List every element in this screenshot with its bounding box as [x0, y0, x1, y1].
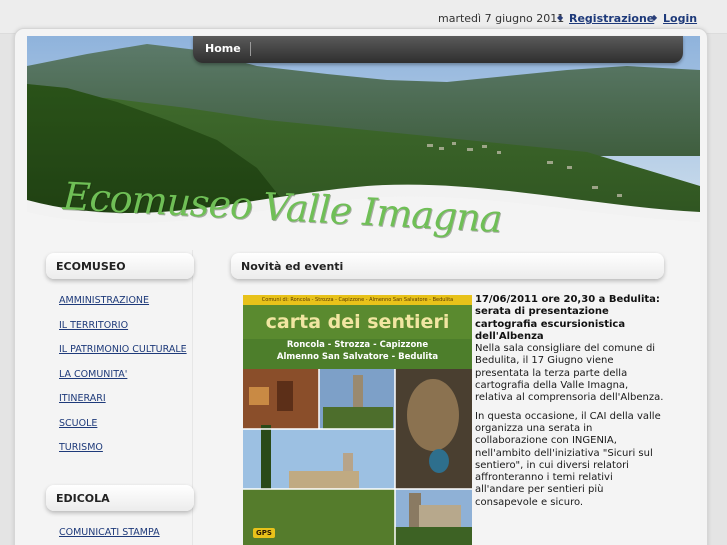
nav-divider: [250, 42, 251, 56]
poster-subtitle-2: Almenno San Salvatore - Bedulita: [276, 352, 439, 362]
nav-item-home[interactable]: Home: [205, 42, 241, 55]
news-poster-image[interactable]: Comuni di: Roncola - Strozza - Capizzone…: [243, 295, 472, 545]
register-link[interactable]: Registrazione: [569, 12, 654, 25]
poster-strip-text: Comuni di: Roncola - Strozza - Capizzone…: [261, 297, 454, 303]
news-paragraph-1: Nella sala consigliare del comune di Bed…: [475, 343, 664, 404]
news-article: 17/06/2011 ore 20,30 a Bedulita: serata …: [475, 294, 665, 515]
separator-icon: ◆: [557, 13, 564, 22]
sidebar-item-scuole[interactable]: SCUOLE: [59, 418, 97, 429]
poster-subtitle-1: Roncola - Strozza - Capizzone: [286, 340, 429, 350]
sidebar-item-comunita[interactable]: LA COMUNITA': [59, 369, 127, 380]
sidebar-item-territorio[interactable]: IL TERRITORIO: [59, 320, 128, 331]
sidebar-item-itinerari[interactable]: ITINERARI: [59, 393, 106, 404]
news-paragraph-2: In questa occasione, il CAI della valle …: [475, 410, 661, 508]
sidebar-item-amministrazione[interactable]: AMMINISTRAZIONE: [59, 295, 149, 306]
news-headline[interactable]: 17/06/2011 ore 20,30 a Bedulita: serata …: [475, 294, 665, 343]
login-link[interactable]: Login: [663, 12, 697, 25]
separator-icon: ◆: [651, 13, 658, 22]
gps-badge: GPS: [253, 528, 275, 538]
main-nav: Home: [193, 36, 683, 63]
sidebar-item-turismo[interactable]: TURISMO: [59, 442, 103, 453]
header-banner: Ecomuseo Valle Imagna: [27, 36, 700, 250]
section-title-news: Novità ed eventi: [231, 253, 664, 279]
sidebar-title-ecomuseo: ECOMUSEO: [46, 253, 194, 279]
sidebar-title-edicola: EDICOLA: [46, 485, 194, 511]
sidebar-item-comunicati-stampa[interactable]: COMUNICATI STAMPA: [59, 527, 160, 538]
sidebar-item-patrimonio[interactable]: IL PATRIMONIO CULTURALE: [59, 344, 187, 355]
current-date: martedì 7 giugno 2011: [438, 12, 565, 25]
poster-title: carta dei sentieri: [265, 311, 450, 333]
